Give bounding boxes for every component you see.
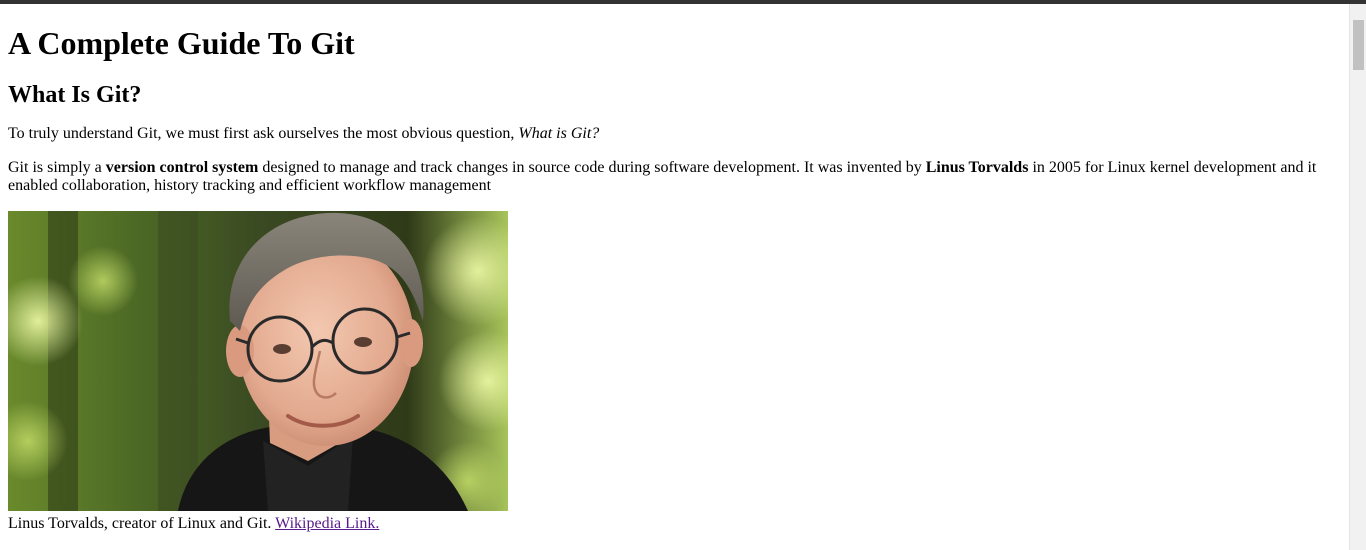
caption-text: Linus Torvalds, creator of Linux and Git… bbox=[8, 515, 276, 532]
definition-bold-name: Linus Torvalds bbox=[925, 159, 1029, 176]
section-heading: What Is Git? bbox=[8, 82, 142, 108]
page-title: A Complete Guide To Git bbox=[8, 25, 355, 61]
scrollbar-thumb[interactable] bbox=[1353, 20, 1364, 70]
portrait-image bbox=[8, 211, 508, 511]
page-viewport: A Complete Guide To Git What Is Git? To … bbox=[0, 4, 1349, 550]
wikipedia-link[interactable]: Wikipedia Link. bbox=[275, 515, 379, 532]
page-content: A Complete Guide To Git What Is Git? To … bbox=[0, 25, 1349, 533]
definition-text-2: designed to manage and track changes in … bbox=[258, 159, 926, 176]
definition-paragraph: Git is simply a version control system d… bbox=[8, 159, 1341, 195]
definition-text-1: Git is simply a bbox=[8, 159, 106, 176]
vertical-scrollbar[interactable] bbox=[1349, 4, 1366, 550]
intro-text: To truly understand Git, we must first a… bbox=[8, 125, 519, 142]
intro-paragraph: To truly understand Git, we must first a… bbox=[8, 125, 1341, 143]
definition-bold-term: version control system bbox=[105, 159, 259, 176]
image-caption: Linus Torvalds, creator of Linux and Git… bbox=[8, 515, 1341, 533]
intro-question: What is Git? bbox=[518, 125, 600, 142]
